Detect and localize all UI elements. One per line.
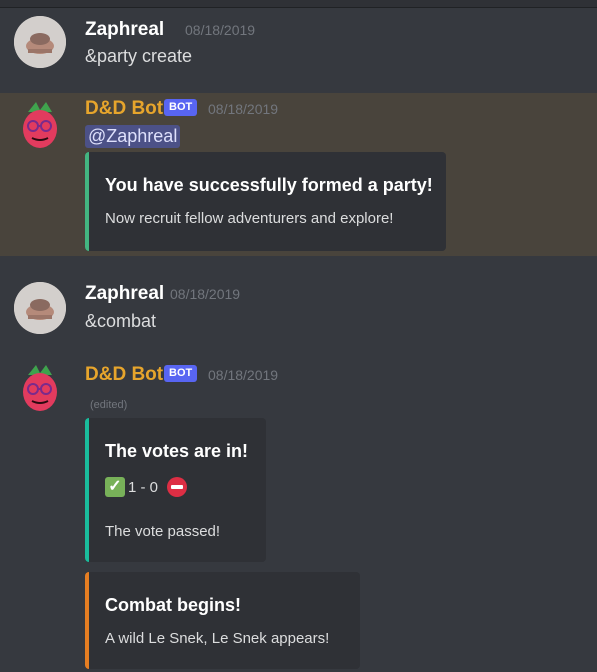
embed-accent-bar <box>85 152 89 251</box>
message-1: Zaphreal 08/18/2019 &party create <box>0 8 597 90</box>
embed-description: The vote passed! <box>105 523 221 540</box>
bot-avatar[interactable] <box>14 361 66 413</box>
embed-title: You have successfully formed a party! <box>105 175 433 195</box>
timestamp: 08/18/2019 <box>170 286 241 302</box>
bot-badge: BOT <box>164 99 198 116</box>
embed-combat: Combat begins! A wild Le Snek, Le Snek a… <box>85 572 360 669</box>
no-entry-icon <box>167 477 187 497</box>
bot-avatar[interactable] <box>14 98 66 150</box>
embed-accent-bar <box>85 572 89 669</box>
user-avatar[interactable] <box>14 16 66 68</box>
embed-votes: The votes are in! ✓ 1 - 0 The vote passe… <box>85 418 266 562</box>
author-name[interactable]: D&D Bot <box>85 98 163 120</box>
top-divider <box>0 0 597 8</box>
bot-badge: BOT <box>164 365 198 382</box>
message-text: &party create <box>85 46 193 66</box>
embed-description: Now recruit fellow adventurers and explo… <box>105 210 394 227</box>
message-4: D&D Bot BOT 08/18/2019 (edited) The vote… <box>0 355 597 672</box>
message-2: D&D Bot BOT 08/18/2019 @Zaphreal You hav… <box>0 93 597 256</box>
timestamp: 08/18/2019 <box>208 367 279 383</box>
author-name[interactable]: D&D Bot <box>85 364 163 386</box>
vote-result: 1 - 0 <box>128 479 159 496</box>
embed-description: A wild Le Snek, Le Snek appears! <box>105 630 330 647</box>
embed-title: The votes are in! <box>105 441 249 461</box>
user-mention[interactable]: @Zaphreal <box>85 125 181 148</box>
message-text: &combat <box>85 311 157 331</box>
embed-party-formed: You have successfully formed a party! No… <box>85 152 446 251</box>
embed-accent-bar <box>85 418 89 562</box>
embed-title: Combat begins! <box>105 595 242 615</box>
timestamp: 08/18/2019 <box>208 101 279 117</box>
edited-label: (edited) <box>90 399 128 411</box>
author-name[interactable]: Zaphreal <box>85 19 164 41</box>
author-name[interactable]: Zaphreal <box>85 283 164 305</box>
check-mark-icon: ✓ <box>105 477 125 497</box>
message-3: Zaphreal 08/18/2019 &combat <box>0 270 597 346</box>
timestamp: 08/18/2019 <box>185 22 256 38</box>
user-avatar[interactable] <box>14 282 66 334</box>
